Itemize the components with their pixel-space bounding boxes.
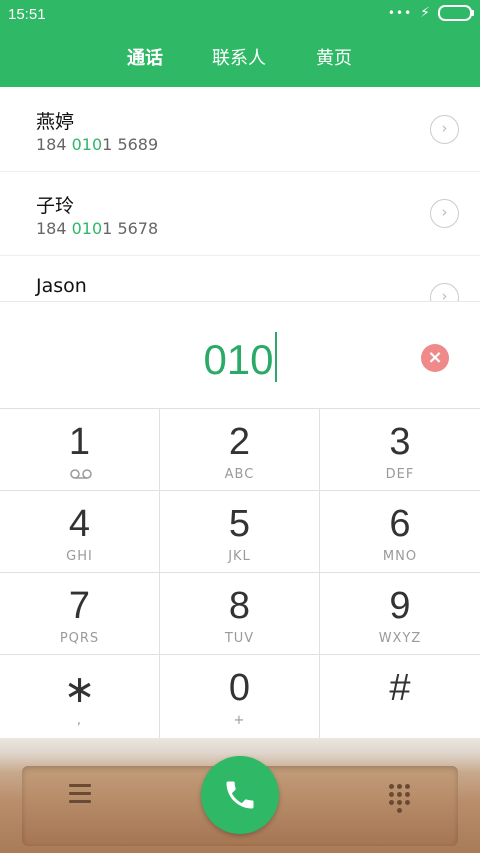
charging-icon: ⚡ xyxy=(420,5,430,21)
dialpad-icon[interactable] xyxy=(389,784,410,813)
chevron-right-icon[interactable]: › xyxy=(430,115,459,144)
text-cursor xyxy=(274,332,277,382)
contact-row[interactable]: 子玲 184 0101 5678 › xyxy=(0,171,480,256)
tab-yellow-pages[interactable]: 黄页 xyxy=(316,44,352,70)
key-8[interactable]: 8 TUV xyxy=(160,573,320,655)
contact-match-list: 燕婷 184 0101 5689 › 子玲 184 0101 5678 › Ja… xyxy=(0,87,480,301)
contact-row[interactable]: 燕婷 184 0101 5689 › xyxy=(0,87,480,172)
key-4[interactable]: 4 GHI xyxy=(0,491,160,573)
menu-icon[interactable] xyxy=(69,784,91,803)
key-9[interactable]: 9 WXYZ xyxy=(320,573,480,655)
tab-calls[interactable]: 通话 xyxy=(127,44,163,70)
chevron-right-icon[interactable]: › xyxy=(430,283,459,301)
contact-row[interactable]: Jason › xyxy=(0,255,480,301)
tab-bar: 通话 联系人 黄页 xyxy=(0,44,480,72)
dial-input-area: 010 × xyxy=(0,301,480,409)
key-6[interactable]: 6 MNO xyxy=(320,491,480,573)
contact-number: 184 0101 5678 xyxy=(36,219,159,238)
phone-icon xyxy=(226,781,254,809)
clear-input-icon[interactable]: × xyxy=(421,344,449,372)
key-3[interactable]: 3 DEF xyxy=(320,409,480,491)
contact-number: 184 0101 5689 xyxy=(36,135,159,154)
status-time: 15:51 xyxy=(8,6,46,23)
battery-icon xyxy=(438,5,474,21)
signal-dots-icon: ••• xyxy=(387,6,413,20)
key-7[interactable]: 7 PQRS xyxy=(0,573,160,655)
dial-keypad: 1 2 ABC 3 DEF 4 GHI 5 JKL 6 MNO 7 PQRS 8 TUV 9W… xyxy=(0,408,480,739)
key-0[interactable]: 0 + xyxy=(160,655,320,739)
bottom-action-bar xyxy=(0,738,480,853)
key-star[interactable]: ∗, xyxy=(0,655,160,739)
contact-name: 子玲 xyxy=(36,195,75,217)
key-2[interactable]: 2 ABC xyxy=(160,409,320,491)
key-hash[interactable]: # xyxy=(320,655,480,739)
key-1[interactable]: 1 xyxy=(0,409,160,491)
status-bar: 15:51 ••• ⚡ xyxy=(0,0,480,28)
chevron-right-icon[interactable]: › xyxy=(430,199,459,228)
status-indicators: ••• ⚡ xyxy=(387,5,474,21)
contact-name: Jason xyxy=(36,275,87,297)
contact-name: 燕婷 xyxy=(36,111,75,133)
app-header: 15:51 ••• ⚡ 通话 联系人 黄页 xyxy=(0,0,480,87)
key-5[interactable]: 5 JKL xyxy=(160,491,320,573)
tab-contacts[interactable]: 联系人 xyxy=(212,44,266,70)
voicemail-icon xyxy=(70,469,92,479)
call-button[interactable] xyxy=(201,756,279,834)
dialed-number-display[interactable]: 010 xyxy=(0,332,480,384)
